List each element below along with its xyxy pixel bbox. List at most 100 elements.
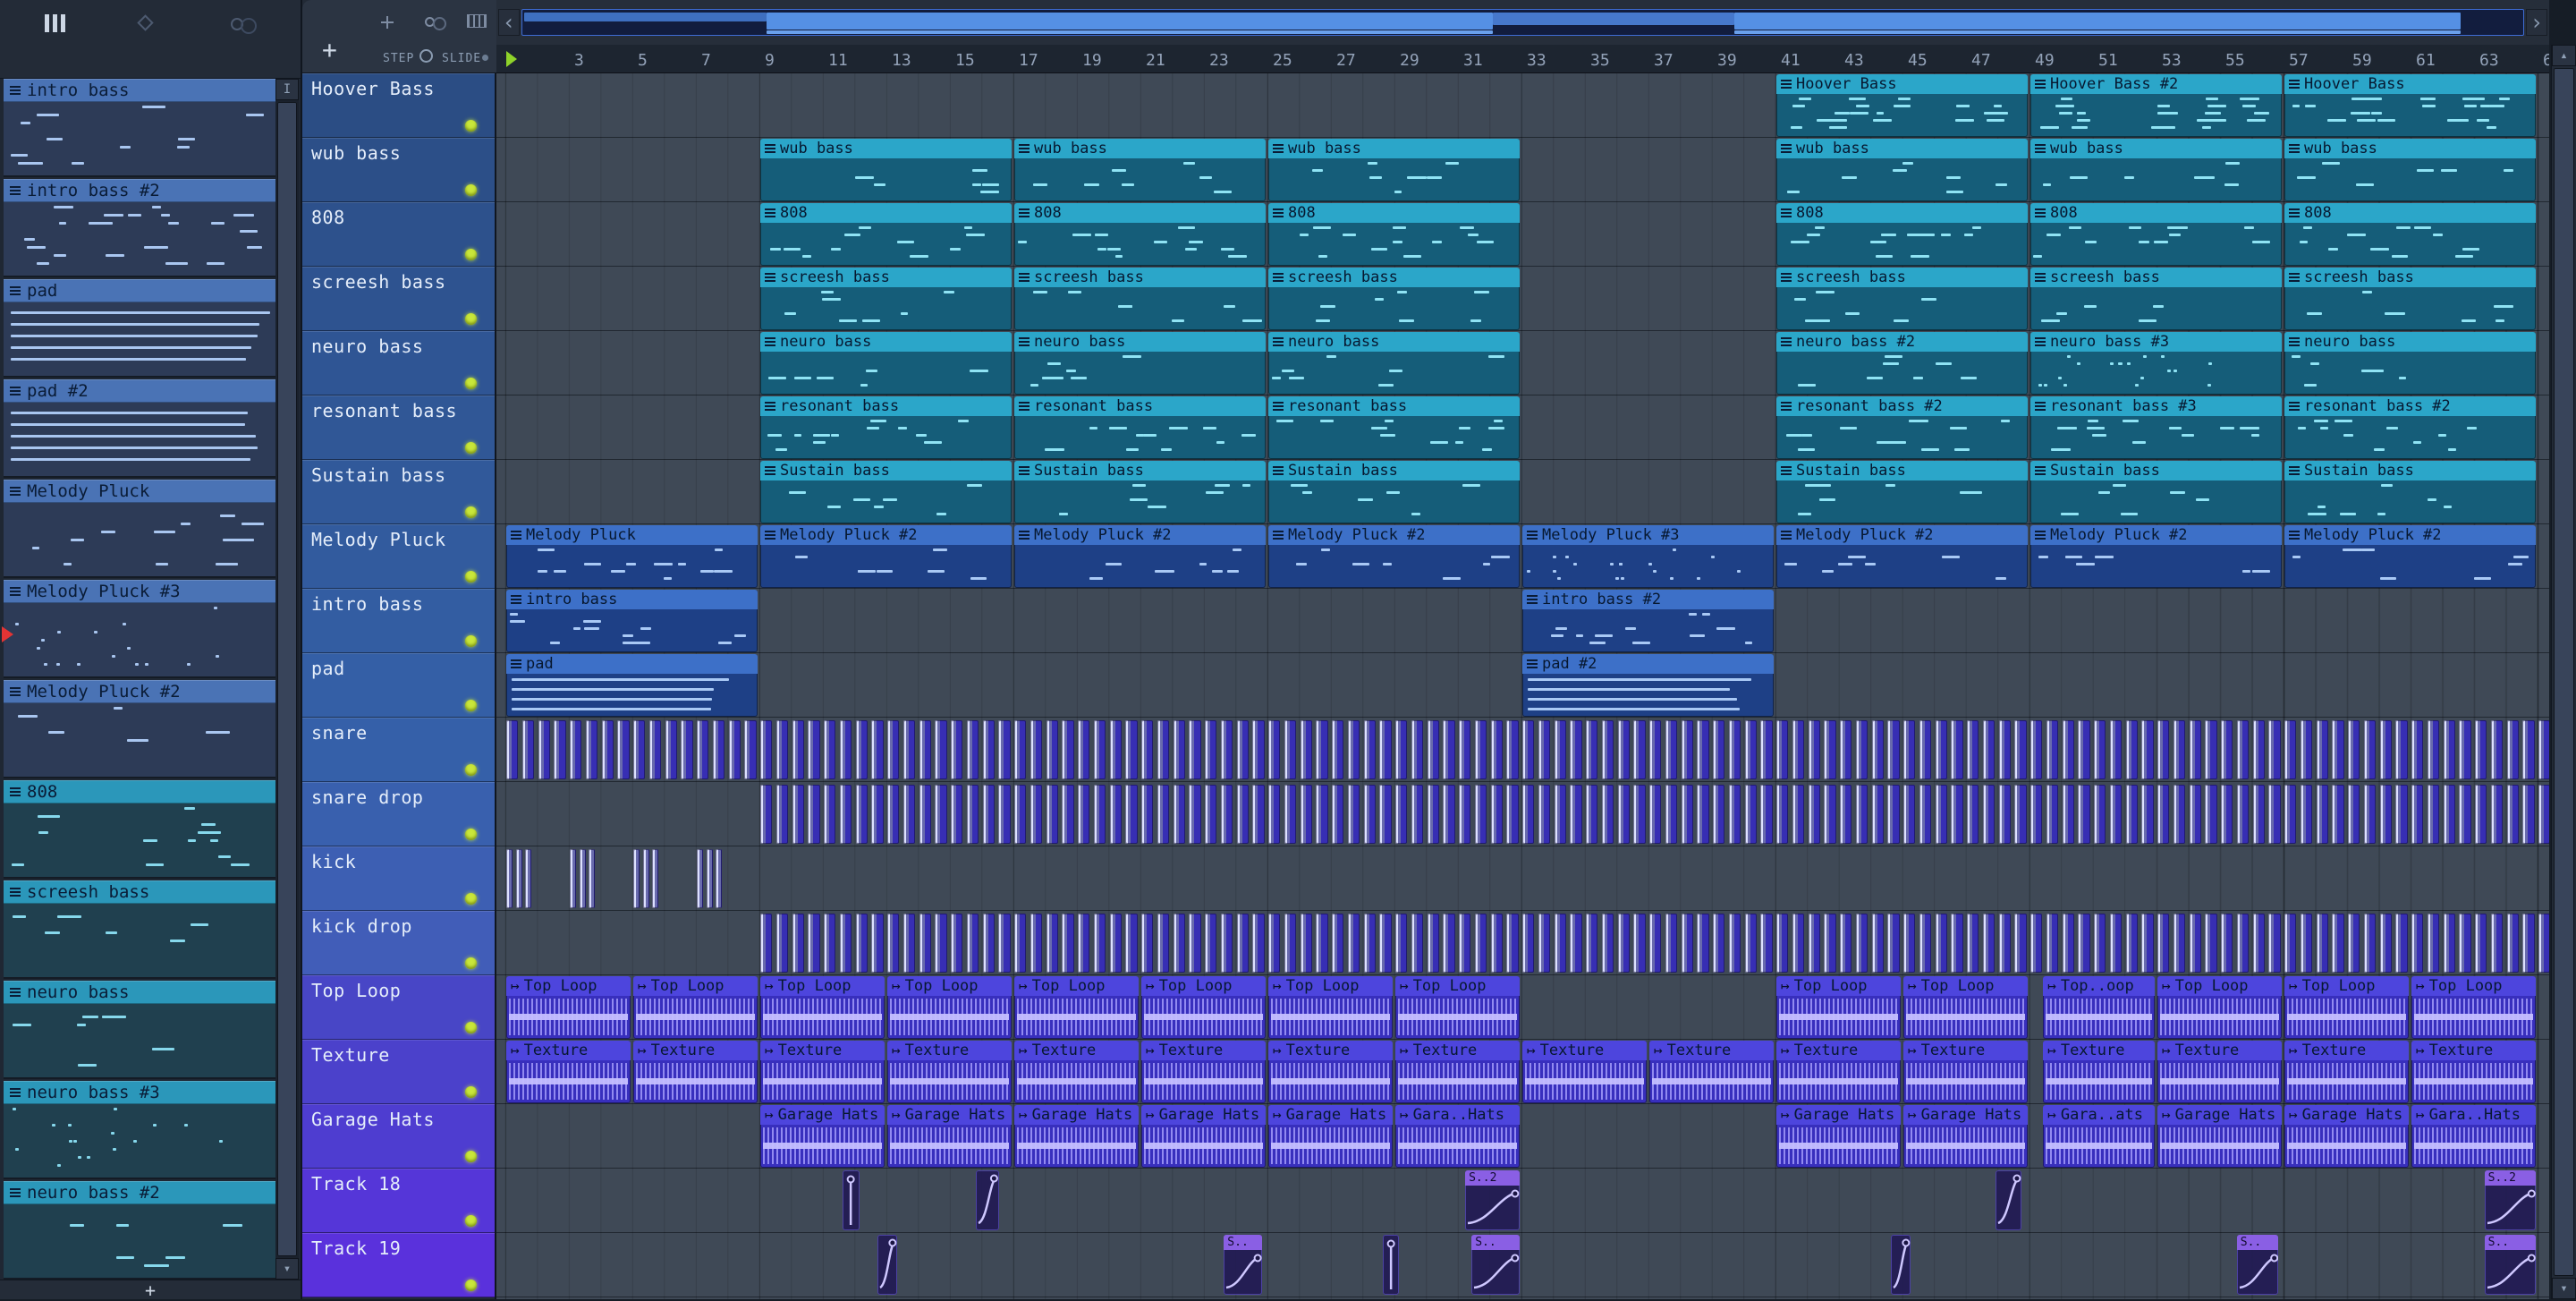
hit-clip[interactable] bbox=[1062, 914, 1073, 973]
hit-clip[interactable] bbox=[2141, 914, 2153, 973]
hit-clip[interactable] bbox=[2126, 720, 2138, 779]
hit-clip[interactable] bbox=[1284, 785, 1296, 844]
hit-clip[interactable] bbox=[1221, 785, 1233, 844]
audio-clip-texture[interactable]: ↦Texture bbox=[633, 1041, 758, 1103]
hit-clip[interactable] bbox=[871, 914, 883, 973]
pattern-clip-808[interactable]: 808 bbox=[1776, 203, 2028, 266]
automation-clip[interactable] bbox=[1891, 1235, 1911, 1295]
hit-clip[interactable] bbox=[2380, 720, 2392, 779]
hit-clip[interactable] bbox=[2205, 720, 2216, 779]
track-led[interactable] bbox=[465, 184, 477, 196]
pattern-clip-screesh-bass[interactable]: screesh bass bbox=[760, 268, 1012, 330]
hit-clip[interactable] bbox=[1014, 785, 1026, 844]
hit-clip[interactable] bbox=[1682, 720, 1693, 779]
hit-clip[interactable] bbox=[2348, 720, 2360, 779]
automation-clip[interactable]: S.. bbox=[1224, 1235, 1262, 1295]
hit-clip[interactable] bbox=[1760, 785, 1772, 844]
hit-clip[interactable] bbox=[538, 720, 550, 779]
hit-clip[interactable] bbox=[1633, 720, 1645, 779]
hit-clip[interactable] bbox=[2348, 785, 2360, 844]
pattern-clip-808[interactable]: 808 bbox=[2030, 203, 2282, 266]
audio-clip-garage-hats[interactable]: ↦Garage Hats bbox=[2157, 1105, 2282, 1168]
track-led[interactable] bbox=[465, 120, 477, 132]
hit-clip[interactable] bbox=[2411, 720, 2423, 779]
hit-clip[interactable] bbox=[2014, 785, 2026, 844]
hit-clip[interactable] bbox=[652, 849, 658, 908]
hit-clip[interactable] bbox=[2094, 914, 2106, 973]
hit-clip[interactable] bbox=[1174, 785, 1185, 844]
hit-clip[interactable] bbox=[1125, 785, 1137, 844]
hit-clip[interactable] bbox=[2459, 720, 2470, 779]
pattern-item-intro-bass[interactable]: intro bass bbox=[4, 79, 275, 179]
hit-clip[interactable] bbox=[2030, 785, 2042, 844]
hit-clip[interactable] bbox=[1332, 785, 1343, 844]
hit-clip[interactable] bbox=[1379, 720, 1391, 779]
hit-clip[interactable] bbox=[1792, 720, 1804, 779]
hit-clip[interactable] bbox=[2428, 785, 2439, 844]
automation-clip[interactable]: S.. bbox=[1471, 1235, 1520, 1295]
picker-filter-icon[interactable] bbox=[137, 14, 153, 30]
automation-clip[interactable]: S.. bbox=[2237, 1235, 2279, 1295]
hit-clip[interactable] bbox=[665, 720, 677, 779]
audio-clip-garage-hats[interactable]: ↦Garage Hats bbox=[1776, 1105, 1901, 1168]
track-header-hoover-bass[interactable]: Hoover Bass bbox=[302, 73, 495, 138]
hit-clip[interactable] bbox=[967, 720, 979, 779]
track-header-pad[interactable]: pad bbox=[302, 653, 495, 718]
move-tool-icon[interactable] bbox=[381, 16, 394, 29]
hit-clip[interactable] bbox=[1506, 720, 1518, 779]
pattern-clip-sustain-bass[interactable]: Sustain bass bbox=[760, 461, 1012, 523]
hit-clip[interactable] bbox=[1221, 720, 1233, 779]
playlist-overview-scrollbar[interactable] bbox=[521, 9, 2524, 36]
hit-clip[interactable] bbox=[1951, 914, 1962, 973]
track-led[interactable] bbox=[465, 764, 477, 776]
hit-clip[interactable] bbox=[903, 720, 915, 779]
hit-clip[interactable] bbox=[2444, 720, 2455, 779]
hit-clip[interactable] bbox=[1301, 914, 1312, 973]
hit-clip[interactable] bbox=[2141, 785, 2153, 844]
hit-clip[interactable] bbox=[2253, 914, 2265, 973]
audio-clip-top-loop[interactable]: ↦Top Loop bbox=[760, 976, 885, 1039]
hit-clip[interactable] bbox=[2301, 914, 2312, 973]
hit-clip[interactable] bbox=[2522, 785, 2534, 844]
add-track-button[interactable]: + bbox=[322, 38, 337, 63]
hit-clip[interactable] bbox=[2507, 914, 2519, 973]
hit-clip[interactable] bbox=[2190, 720, 2201, 779]
hit-clip[interactable] bbox=[1284, 914, 1296, 973]
automation-clip[interactable] bbox=[1996, 1170, 2021, 1230]
hit-clip[interactable] bbox=[1697, 720, 1708, 779]
pattern-clip-melody-pluck-2[interactable]: Melody Pluck #2 bbox=[1014, 525, 1266, 588]
hit-clip[interactable] bbox=[903, 785, 915, 844]
hit-clip[interactable] bbox=[2205, 914, 2216, 973]
hit-clip[interactable] bbox=[1602, 914, 1614, 973]
automation-clip[interactable] bbox=[843, 1170, 859, 1230]
hit-clip[interactable] bbox=[1729, 914, 1741, 973]
hit-clip[interactable] bbox=[2380, 785, 2392, 844]
hit-clip[interactable] bbox=[617, 720, 629, 779]
hit-clip[interactable] bbox=[633, 849, 640, 908]
pattern-item-melody-pluck-3[interactable]: Melody Pluck #3 bbox=[4, 580, 275, 680]
hit-clip[interactable] bbox=[1983, 720, 1995, 779]
hit-clip[interactable] bbox=[998, 785, 1010, 844]
grid-row-808[interactable]: 808808808808808808 bbox=[496, 202, 2549, 267]
audio-clip-garage-hats[interactable]: ↦Garage Hats bbox=[1141, 1105, 1266, 1168]
pattern-clip-screesh-bass[interactable]: screesh bass bbox=[1014, 268, 1266, 330]
hit-clip[interactable] bbox=[919, 785, 931, 844]
hit-clip[interactable] bbox=[2253, 720, 2265, 779]
hit-clip[interactable] bbox=[1776, 914, 1788, 973]
pattern-clip-resonant-bass-2[interactable]: resonant bass #2 bbox=[1776, 396, 2028, 459]
hit-clip[interactable] bbox=[2317, 914, 2328, 973]
audio-clip-texture[interactable]: ↦Texture bbox=[506, 1041, 631, 1103]
hit-clip[interactable] bbox=[1157, 785, 1169, 844]
hit-clip[interactable] bbox=[1967, 785, 1979, 844]
hit-clip[interactable] bbox=[1094, 914, 1106, 973]
hit-clip[interactable] bbox=[2332, 785, 2343, 844]
hit-clip[interactable] bbox=[1030, 720, 1042, 779]
hit-clip[interactable] bbox=[2094, 785, 2106, 844]
hit-clip[interactable] bbox=[1522, 720, 1534, 779]
hit-clip[interactable] bbox=[554, 720, 565, 779]
audio-clip-gara-ats[interactable]: ↦Gara..ats bbox=[2043, 1105, 2155, 1168]
hit-clip[interactable] bbox=[602, 720, 614, 779]
hit-clip[interactable] bbox=[1903, 914, 1915, 973]
hit-clip[interactable] bbox=[697, 720, 708, 779]
hit-clip[interactable] bbox=[1538, 914, 1550, 973]
